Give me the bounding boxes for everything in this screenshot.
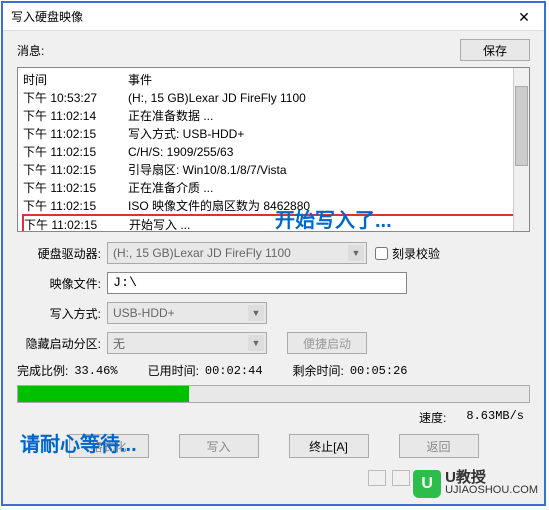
log-time: 下午 11:02:15 — [23, 161, 128, 179]
chevron-down-icon: ▼ — [348, 245, 364, 261]
log-row[interactable]: 下午 11:02:15C/H/S: 1909/255/63 — [23, 143, 524, 161]
drive-value: (H:, 15 GB)Lexar JD FireFly 1100 — [113, 246, 291, 260]
write-mode-combo[interactable]: USB-HDD+ ▼ — [107, 302, 267, 324]
shield-icon: U — [413, 470, 441, 498]
log-row[interactable]: 下午 11:02:15写入方式: USB-HDD+ — [23, 125, 524, 143]
annotation-please-wait: 请耐心等待... — [20, 428, 137, 457]
speed-row: 速度: 8.63MB/s — [23, 409, 524, 426]
log-header: 时间 事件 — [23, 71, 524, 89]
log-row[interactable]: 下午 10:53:27(H:, 15 GB)Lexar JD FireFly 1… — [23, 89, 524, 107]
log-time: 下午 11:02:15 — [23, 197, 128, 215]
hidden-partition-value: 无 — [113, 335, 125, 352]
log-time: 下午 11:02:15 — [23, 179, 128, 197]
log-time: 下午 10:53:27 — [23, 89, 128, 107]
write-mode-label: 写入方式: — [17, 305, 107, 322]
log-event: 正在准备介质 ... — [128, 179, 213, 197]
dialog-window: 写入硬盘映像 ✕ 消息: 保存 时间 事件 下午 10:53:27(H:, 15… — [1, 1, 546, 506]
elapsed-value: 00:02:44 — [205, 364, 263, 378]
close-button[interactable]: ✕ — [504, 3, 544, 31]
log-row[interactable]: 下午 11:02:15引导扇区: Win10/8.1/8/7/Vista — [23, 161, 524, 179]
stats-row: 完成比例: 33.46% 已用时间: 00:02:44 剩余时间: 00:05:… — [17, 362, 530, 379]
progress-bar — [17, 385, 530, 403]
log-row[interactable]: 下午 11:02:15正在准备介质 ... — [23, 179, 524, 197]
drive-label: 硬盘驱动器: — [17, 245, 107, 262]
write-mode-value: USB-HDD+ — [113, 306, 175, 320]
window-title: 写入硬盘映像 — [11, 8, 83, 25]
done-value: 33.46% — [74, 364, 117, 378]
log-row[interactable]: 下午 11:02:14正在准备数据 ... — [23, 107, 524, 125]
save-button[interactable]: 保存 — [460, 39, 530, 61]
speed-value: 8.63MB/s — [466, 409, 524, 426]
remain-value: 00:05:26 — [350, 364, 408, 378]
watermark-text: U教授 UJIAOSHOU.COM — [445, 472, 538, 496]
info-row: 消息: 保存 — [3, 31, 544, 65]
verify-label: 刻录校验 — [392, 245, 440, 262]
verify-checkbox[interactable] — [375, 247, 388, 260]
log-header-time: 时间 — [23, 71, 128, 89]
chevron-down-icon: ▼ — [248, 335, 264, 351]
log-event: 开始写入 ... — [129, 216, 190, 232]
convenient-boot-button[interactable]: 便捷启动 — [287, 332, 367, 354]
hidden-partition-combo[interactable]: 无▼ — [107, 332, 267, 354]
log-event: C/H/S: 1909/255/63 — [128, 143, 233, 161]
log-event: (H:, 15 GB)Lexar JD FireFly 1100 — [128, 89, 306, 107]
abort-button[interactable]: 终止[A] — [289, 434, 369, 458]
elapsed-label: 已用时间: — [148, 362, 199, 379]
log-scrollbar[interactable] — [513, 68, 529, 231]
log-event: 写入方式: USB-HDD+ — [128, 125, 244, 143]
annotation-start-writing: 开始写入了... — [275, 204, 392, 233]
drive-combo[interactable]: (H:, 15 GB)Lexar JD FireFly 1100 ▼ — [107, 242, 367, 264]
info-label: 消息: — [17, 42, 460, 59]
titlebar: 写入硬盘映像 ✕ — [3, 3, 544, 31]
log-row[interactable]: 下午 11:02:15开始写入 ... — [22, 214, 525, 232]
hidden-partition-label: 隐藏启动分区: — [17, 335, 107, 352]
log-event: 正在准备数据 ... — [128, 107, 213, 125]
log-listbox[interactable]: 时间 事件 下午 10:53:27(H:, 15 GB)Lexar JD Fir… — [17, 67, 530, 232]
watermark-logo: U U教授 UJIAOSHOU.COM — [413, 470, 538, 498]
verify-checkbox-wrap[interactable]: 刻录校验 — [375, 245, 440, 262]
log-time: 下午 11:02:15 — [23, 125, 128, 143]
log-time: 下午 11:02:15 — [23, 143, 128, 161]
progress-fill — [18, 386, 189, 402]
close-icon: ✕ — [518, 9, 530, 26]
log-time: 下午 11:02:15 — [24, 216, 129, 232]
write-button: 写入 — [179, 434, 259, 458]
scrollbar-thumb[interactable] — [515, 86, 528, 166]
image-path-input[interactable] — [107, 272, 407, 294]
chevron-down-icon: ▼ — [248, 305, 264, 321]
speed-label: 速度: — [419, 409, 446, 426]
done-label: 完成比例: — [17, 362, 68, 379]
image-label: 映像文件: — [17, 275, 107, 292]
log-time: 下午 11:02:14 — [23, 107, 128, 125]
log-header-event: 事件 — [128, 71, 152, 89]
back-button: 返回 — [399, 434, 479, 458]
form-area: 硬盘驱动器: (H:, 15 GB)Lexar JD FireFly 1100 ▼… — [17, 242, 530, 354]
log-event: 引导扇区: Win10/8.1/8/7/Vista — [128, 161, 287, 179]
log-row[interactable]: 下午 11:02:15ISO 映像文件的扇区数为 8462880 — [23, 197, 524, 215]
remain-label: 剩余时间: — [293, 362, 344, 379]
